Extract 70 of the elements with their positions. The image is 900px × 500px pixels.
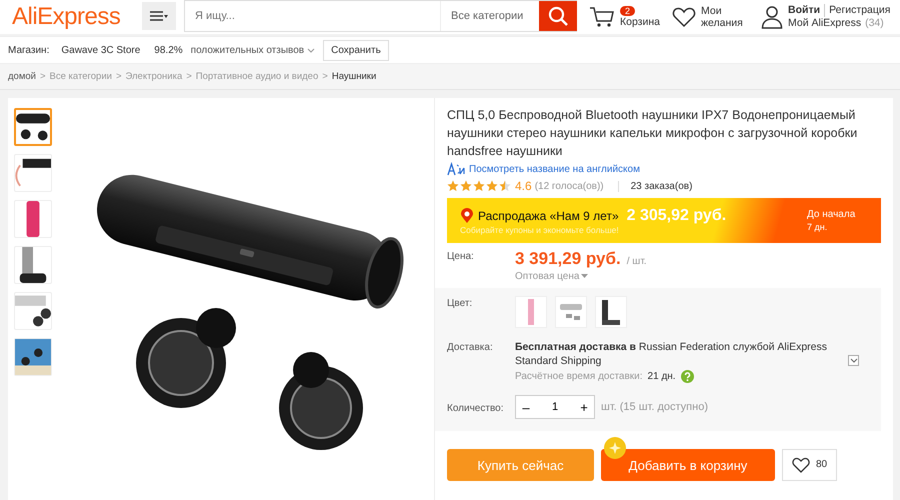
color-option[interactable] <box>515 296 547 328</box>
caret-down-icon <box>581 274 588 279</box>
translate-icon <box>447 162 465 176</box>
feedback-percent: 98.2% <box>154 44 183 56</box>
breadcrumb-separator: > <box>116 71 122 82</box>
star-icon <box>473 180 485 192</box>
delivery-time-label: Расчётное время доставки: <box>515 371 643 382</box>
beach-photo-icon <box>15 339 51 375</box>
star-icon <box>447 180 459 192</box>
color-label: Цвет: <box>447 297 474 311</box>
menu-icon <box>149 10 169 22</box>
login-link[interactable]: Войти <box>788 4 820 17</box>
heart-icon <box>672 6 696 28</box>
breadcrumb-separator: > <box>322 71 328 82</box>
cart-count-badge: 2 <box>620 6 636 16</box>
menu-button[interactable] <box>142 2 176 30</box>
earbuds-variant-icon <box>528 299 534 325</box>
chevron-down-icon <box>850 358 858 363</box>
product-thumbnail-icon <box>15 293 51 329</box>
product-title: СПЦ 5,0 Беспроводной Bluetooth наушники IPX7 Водонепроницаемый наушники стерео наушники капельки микрофон с загрузочной коробки handsfree наушники <box>447 107 858 160</box>
wishlist-button[interactable]: 80 <box>782 449 837 481</box>
price-label: Цена: <box>447 250 475 264</box>
countdown-value: 7 дн. <box>807 220 828 232</box>
promo-subtitle: Собирайте купоны и экономьте больше! <box>460 224 620 234</box>
store-name-link[interactable]: Gawave 3C Store <box>61 44 140 56</box>
user-icon <box>761 5 783 29</box>
earbuds-variant-icon <box>602 300 620 324</box>
color-option[interactable] <box>555 296 587 328</box>
help-icon <box>680 370 694 383</box>
rating-value: 4.6 <box>515 179 532 193</box>
wishlist-count: 80 <box>816 459 828 471</box>
breadcrumb-link[interactable]: домой <box>8 71 36 82</box>
countdown-label: До начала <box>807 208 856 220</box>
price: 3 391,29 руб. <box>515 249 621 269</box>
save-store-button[interactable]: Сохранить <box>323 40 389 60</box>
translate-link[interactable]: Посмотреть название на английском <box>469 164 640 174</box>
earbuds-variant-icon <box>560 304 582 320</box>
store-label: Магазин: <box>8 44 50 56</box>
search-button[interactable] <box>539 1 577 31</box>
feedback-dropdown[interactable]: положительных отзывов <box>190 44 316 56</box>
thumbnail[interactable] <box>14 108 52 146</box>
wishlist-link[interactable]: Мои желания <box>701 5 749 29</box>
chevron-down-icon <box>307 48 316 52</box>
quantity-stepper[interactable]: – 1 + <box>515 395 595 419</box>
price-unit: / шт. <box>626 256 647 267</box>
location-pin-icon <box>460 208 474 224</box>
delivery-time: 21 дн. <box>648 371 676 382</box>
promo-title: Распродажа «Нам 9 лет» <box>478 208 619 222</box>
delivery-text: Бесплатная доставка в Russian Federation службой AliExpress Standard Shipping <box>515 340 828 368</box>
cart-link[interactable]: Корзина <box>620 16 660 28</box>
delivery-label: Доставка: <box>447 341 494 355</box>
heart-icon <box>792 457 810 473</box>
breadcrumb-separator: > <box>40 71 46 82</box>
promo-price: 2 305,92 руб. <box>626 206 726 224</box>
orders-count: 23 заказа(ов) <box>630 180 692 192</box>
search-icon <box>548 6 568 26</box>
shipping-dropdown[interactable] <box>848 355 859 366</box>
breadcrumb-separator: > <box>186 71 192 82</box>
search-bar[interactable]: Я ищу... Все категории <box>184 0 577 32</box>
availability-text: шт. (15 шт. доступно) <box>601 401 708 413</box>
star-icon <box>460 180 472 192</box>
my-aliexpress-link[interactable]: Мой AliExpress <box>788 17 862 30</box>
message-count: (34) <box>865 17 884 30</box>
quantity-label: Количество: <box>447 402 504 414</box>
color-option[interactable] <box>595 296 627 328</box>
cart-icon <box>589 6 615 28</box>
register-link[interactable]: Регистрация <box>824 4 890 17</box>
star-icon <box>499 180 511 192</box>
coin-icon <box>603 436 627 460</box>
star-icon <box>486 180 498 192</box>
